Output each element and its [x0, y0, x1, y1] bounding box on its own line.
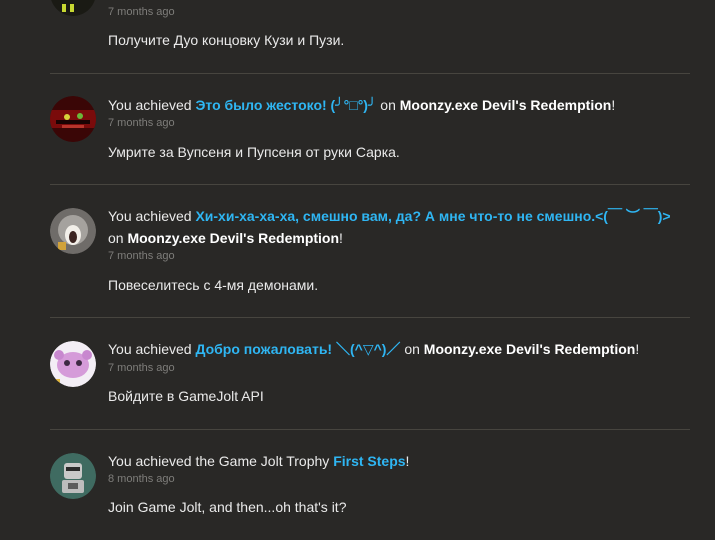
on-label: on — [380, 97, 396, 113]
achievement-headline: You achieved Хи-хи-ха-ха-ха, смешно вам,… — [108, 205, 688, 249]
achievement-headline: You achieved Это было жестоко! (╯°□°)╯ o… — [108, 94, 688, 116]
game-avatar-icon[interactable] — [50, 0, 96, 16]
screaming-face-avatar-icon[interactable] — [50, 208, 96, 254]
exclamation: ! — [405, 453, 410, 469]
game-link[interactable]: Moonzy.exe Devil's Redemption — [424, 341, 636, 357]
divider — [50, 184, 690, 185]
trophy-description: Join Game Jolt, and then...oh that's it? — [108, 499, 347, 515]
activity-feed: 7 months ago Получите Дуо концовку Кузи … — [0, 0, 715, 540]
timestamp: 8 months ago — [108, 473, 175, 485]
trophy-link[interactable]: Это было жестоко! (╯°□°)╯ — [195, 97, 376, 113]
achievement-headline: You achieved Добро пожаловать! ＼(^▽^)／ o… — [108, 338, 688, 360]
exclamation: ! — [611, 97, 616, 113]
dark-scene-avatar-icon[interactable] — [50, 96, 96, 142]
exclamation: ! — [339, 230, 343, 246]
achievement-headline: You achieved the Game Jolt Trophy First … — [108, 450, 688, 472]
divider — [50, 73, 690, 74]
game-link[interactable]: Moonzy.exe Devil's Redemption — [400, 97, 612, 113]
timestamp: 7 months ago — [108, 362, 175, 374]
achieved-prefix: You achieved — [108, 208, 192, 224]
achieved-prefix: You achieved — [108, 341, 192, 357]
gamejolt-robot-avatar-icon[interactable] — [50, 453, 96, 499]
trophy-description: Войдите в GameJolt API — [108, 388, 264, 404]
trophy-link[interactable]: Хи-хи-ха-ха-ха, смешно вам, да? А мне чт… — [195, 208, 670, 224]
exclamation: ! — [635, 341, 640, 357]
achieved-prefix: You achieved — [108, 97, 192, 113]
divider — [50, 429, 690, 430]
on-label: on — [404, 341, 420, 357]
trophy-description: Умрите за Вупсеня и Пупсеня от руки Сарк… — [108, 144, 400, 160]
achieved-prefix: You achieved the Game Jolt Trophy — [108, 453, 330, 469]
on-label: on — [108, 230, 124, 246]
trophy-link[interactable]: Добро пожаловать! ＼(^▽^)／ — [195, 341, 400, 357]
trophy-description: Повеселитесь с 4-мя демонами. — [108, 277, 319, 293]
timestamp: 7 months ago — [108, 117, 175, 129]
pink-creature-avatar-icon[interactable] — [50, 341, 96, 387]
trophy-link[interactable]: First Steps — [333, 453, 405, 469]
timestamp: 7 months ago — [108, 6, 175, 18]
timestamp: 7 months ago — [108, 250, 175, 262]
game-link[interactable]: Moonzy.exe Devil's Redemption — [127, 230, 339, 246]
divider — [50, 317, 690, 318]
trophy-description: Получите Дуо концовку Кузи и Пузи. — [108, 32, 345, 48]
